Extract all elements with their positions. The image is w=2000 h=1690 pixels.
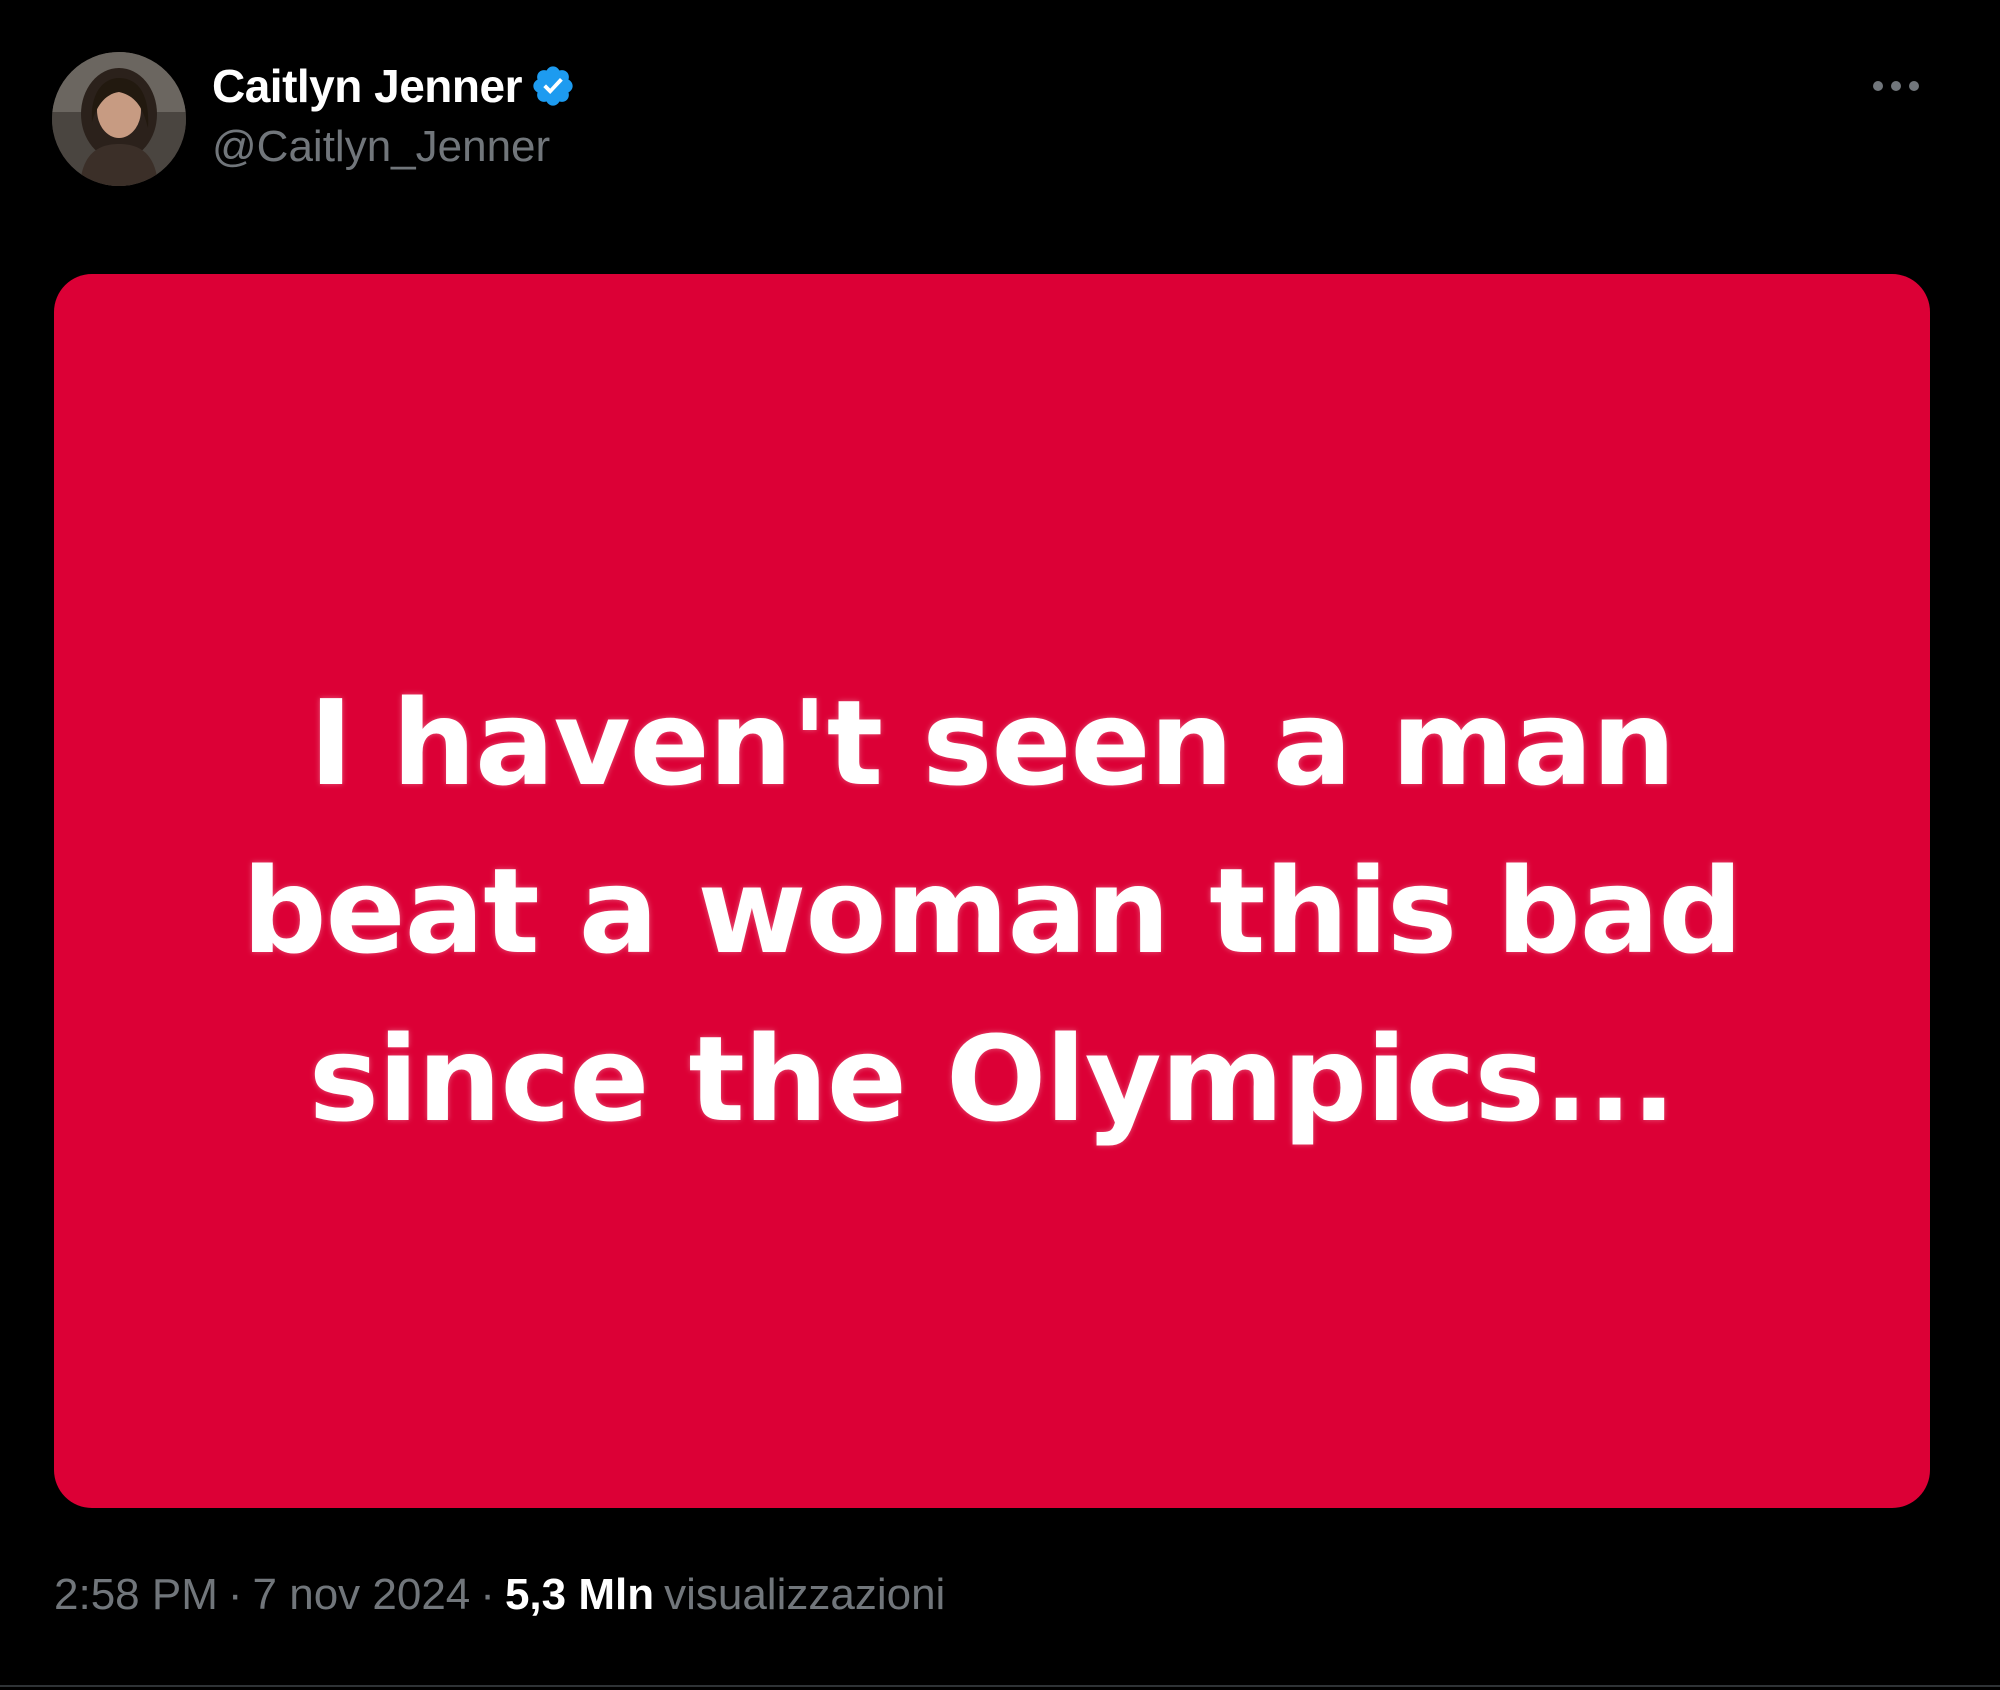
verified-badge-icon (533, 66, 573, 106)
more-options-icon[interactable] (1868, 68, 1924, 104)
views-label: visualizzazioni (664, 1570, 946, 1619)
tweet: Caitlyn Jenner @Caitlyn_Jenner I haven't… (0, 0, 2000, 1690)
tweet-time[interactable]: 2:58 PM (54, 1570, 218, 1620)
avatar[interactable] (52, 52, 186, 186)
views-count: 5,3 Mln (504, 1570, 655, 1619)
author-display-name[interactable]: Caitlyn Jenner (212, 59, 523, 113)
author-handle[interactable]: @Caitlyn_Jenner (212, 122, 576, 172)
tweet-date[interactable]: 7 nov 2024 (253, 1570, 471, 1620)
tweet-meta: 2:58 PM · 7 nov 2024 · 5,3 Mln visualizz… (54, 1570, 945, 1620)
author-name-row: Caitlyn Jenner (212, 58, 576, 114)
meta-separator: · (227, 1570, 243, 1619)
author-block: Caitlyn Jenner @Caitlyn_Jenner (212, 58, 576, 172)
tweet-media-image[interactable]: I haven't seen a man beat a woman this b… (54, 274, 1930, 1508)
media-caption-text: I haven't seen a man beat a woman this b… (242, 674, 1743, 1148)
meta-separator: · (480, 1570, 495, 1619)
divider (0, 1685, 2000, 1687)
